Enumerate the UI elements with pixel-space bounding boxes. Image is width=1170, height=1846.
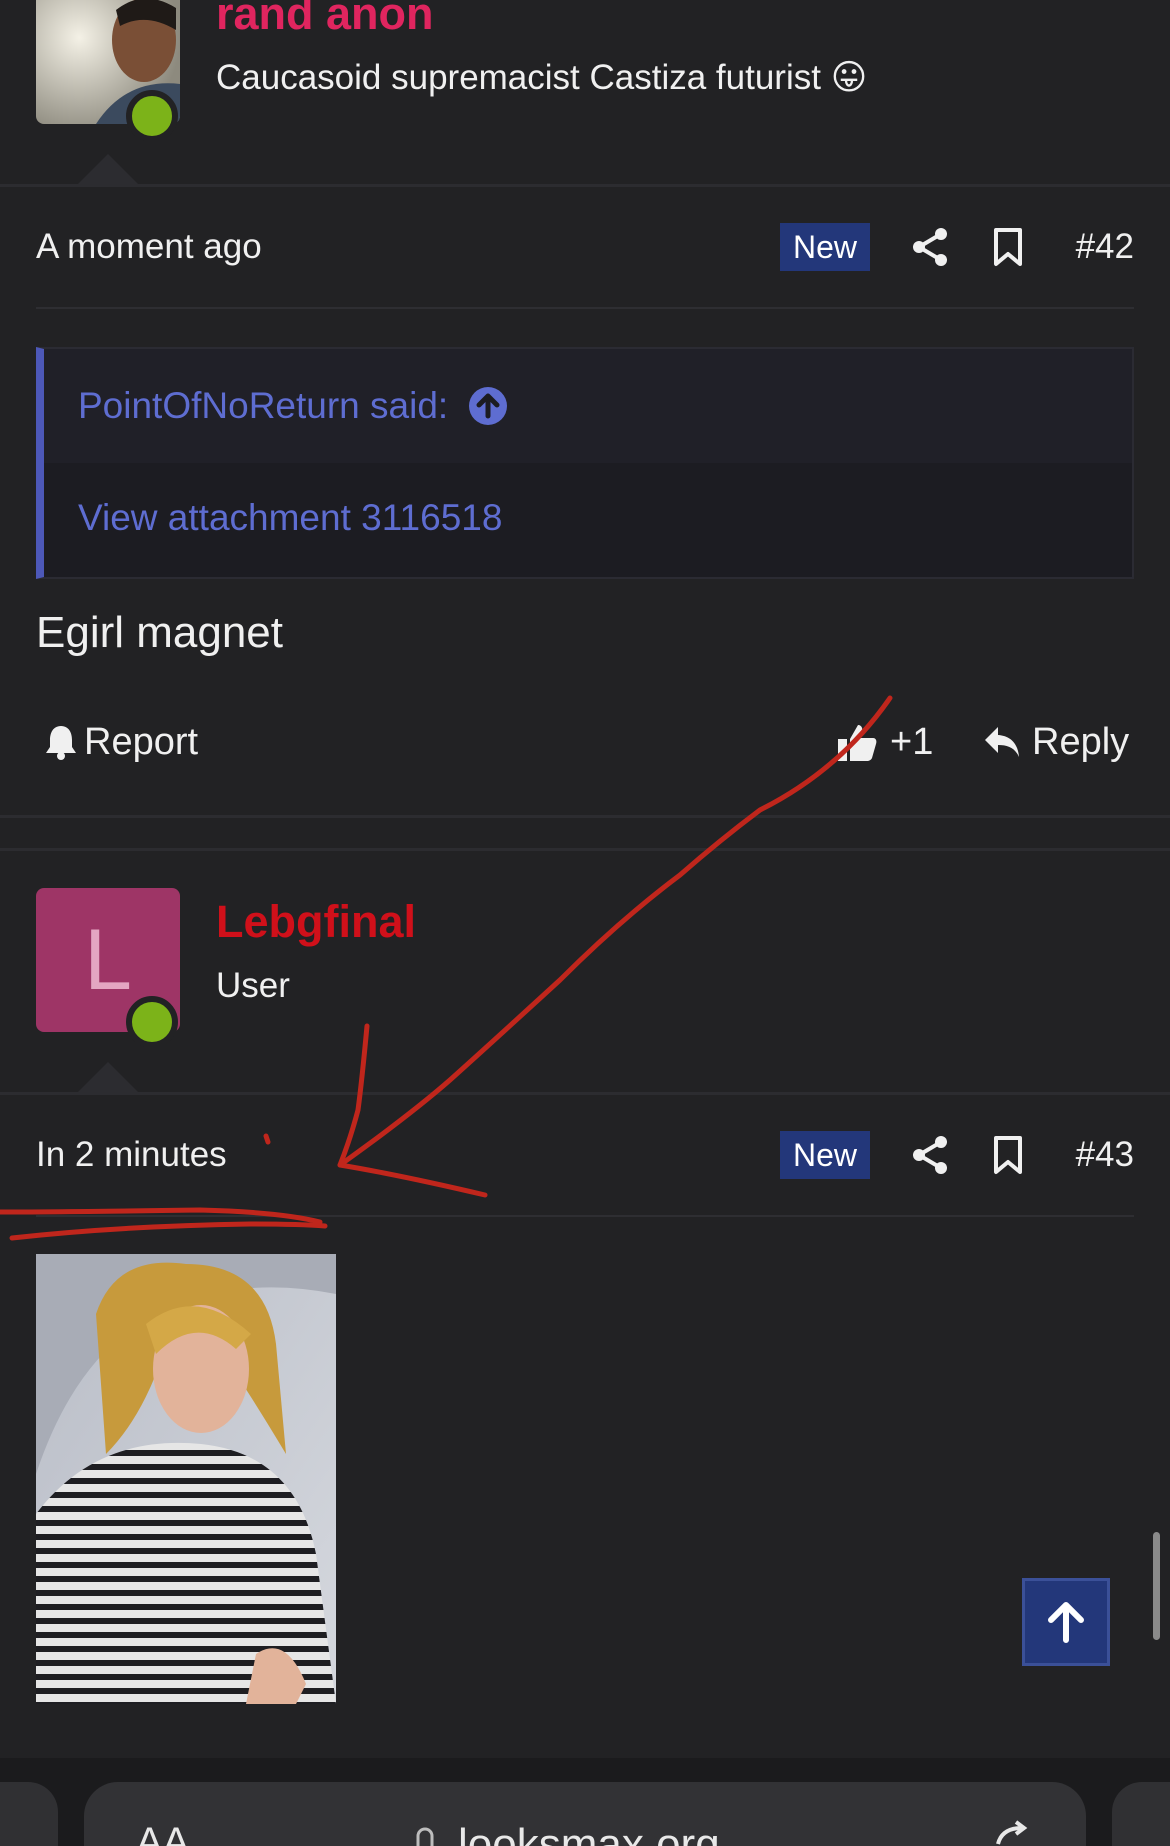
post-number[interactable]: #43 bbox=[1076, 1125, 1134, 1185]
reply-icon bbox=[985, 727, 1019, 757]
post-separator bbox=[0, 848, 1170, 851]
author-name[interactable]: Lebgfinal bbox=[216, 896, 416, 948]
arrow-up-icon[interactable] bbox=[468, 386, 508, 426]
online-indicator bbox=[126, 90, 178, 142]
new-badge: New bbox=[780, 223, 870, 271]
reload-icon[interactable] bbox=[992, 1820, 1032, 1846]
message-pointer bbox=[76, 154, 140, 186]
scroll-to-top-button[interactable] bbox=[1022, 1578, 1110, 1666]
meta-divider bbox=[36, 307, 1134, 309]
like-button[interactable]: +1 bbox=[836, 712, 933, 772]
post-time[interactable]: In 2 minutes bbox=[36, 1125, 227, 1185]
previous-tab[interactable] bbox=[0, 1782, 58, 1846]
lock-icon bbox=[416, 1827, 434, 1846]
bell-icon bbox=[46, 726, 76, 760]
report-button[interactable]: Report bbox=[44, 712, 198, 772]
arrow-up-icon bbox=[1048, 1602, 1084, 1643]
quote-block: PointOfNoReturn said: View attachment 31… bbox=[36, 347, 1134, 579]
author-name[interactable]: rand anon bbox=[216, 0, 434, 40]
share-icon[interactable] bbox=[910, 1135, 950, 1175]
post-number[interactable]: #42 bbox=[1076, 217, 1134, 277]
bookmark-icon[interactable] bbox=[992, 227, 1024, 267]
message-pointer bbox=[76, 1062, 140, 1094]
thread-page: rand anon Caucasoid supremacist Castiza … bbox=[0, 0, 1170, 1846]
next-tab[interactable] bbox=[1112, 1782, 1170, 1846]
quote-author[interactable]: PointOfNoReturn said: bbox=[78, 385, 448, 427]
meta-divider bbox=[36, 1215, 1134, 1217]
attached-photo[interactable] bbox=[36, 1254, 336, 1704]
reaction-count: +1 bbox=[890, 721, 934, 763]
scrollbar[interactable] bbox=[1153, 1532, 1160, 1640]
post-separator bbox=[0, 815, 1170, 818]
report-label: Report bbox=[84, 721, 199, 763]
thumbs-up-icon bbox=[838, 725, 877, 761]
online-indicator bbox=[126, 996, 178, 1048]
author-title: User bbox=[216, 966, 290, 1005]
avatar-letter: L bbox=[84, 911, 132, 1008]
new-badge: New bbox=[780, 1131, 870, 1179]
bookmark-icon[interactable] bbox=[992, 1135, 1024, 1175]
post-meta: A moment ago New #42 bbox=[36, 217, 1134, 277]
post-meta: In 2 minutes New #43 bbox=[36, 1125, 1134, 1185]
reply-button[interactable]: Reply bbox=[982, 712, 1129, 772]
post-time[interactable]: A moment ago bbox=[36, 217, 262, 277]
url-text[interactable]: looksmax.org bbox=[458, 1820, 720, 1846]
author-title: Caucasoid supremacist Castiza futurist 😛 bbox=[216, 58, 868, 97]
message-divider bbox=[0, 184, 1170, 187]
message-divider bbox=[0, 1092, 1170, 1095]
attachment-link[interactable]: View attachment 3116518 bbox=[44, 463, 1132, 539]
reader-button[interactable]: AA bbox=[136, 1820, 189, 1846]
post-body: Egirl magnet bbox=[36, 608, 284, 657]
reply-label: Reply bbox=[1032, 721, 1130, 763]
share-icon[interactable] bbox=[910, 227, 950, 267]
quote-header[interactable]: PointOfNoReturn said: bbox=[44, 349, 1132, 463]
